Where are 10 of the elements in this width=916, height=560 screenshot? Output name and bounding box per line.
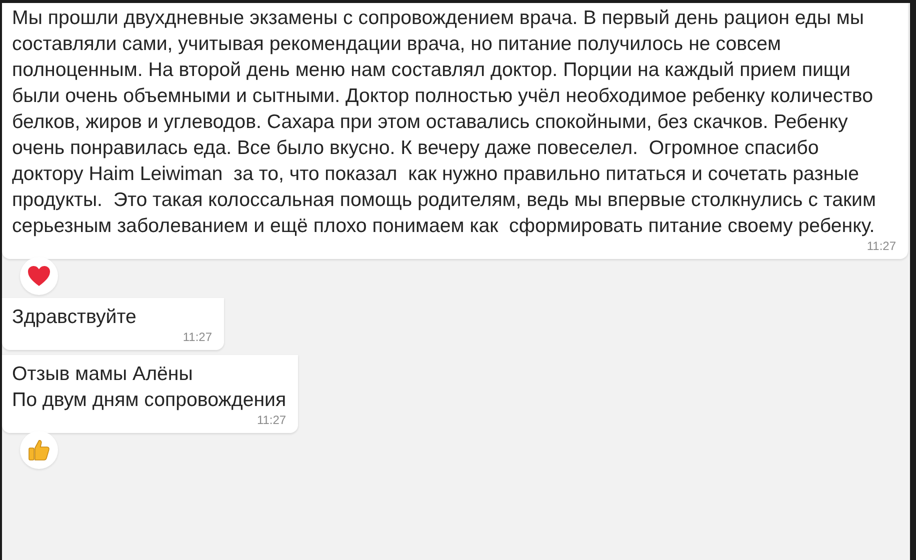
- reaction-button[interactable]: [20, 257, 58, 295]
- thumbs-up-icon: [27, 438, 51, 462]
- message-text: Здравствуйте: [12, 305, 138, 330]
- message-time: 11:27: [182, 330, 212, 344]
- message-time: 11:27: [866, 239, 896, 253]
- message-text: Отзыв мамы Алёны По двум дням сопровождения: [12, 362, 286, 413]
- reaction-button[interactable]: [20, 431, 58, 469]
- message-text: Мы прошли двухдневные экзамены с сопровождением врача. В первый день рацион еды мы составляли сами, учитывая рекомендации врача, но питание получилось не совсем полноценным. На второй день меню нам составлял доктор. Порции на каждый прием пищи были очень объемными и сытными. Доктор полностью учёл необходимое ребенку количество белков, жиров и углеводов. Сахара при этом оставались спокойными, без скачков. Ребенку очень понравилась еда. Все было вкусно. К вечеру даже повеселел. Огромное спасибо доктору Haim Leiwiman за то, что показал как нужно правильно питаться и сочетать разные продукты. Это такая колоссальная помощь родителям, ведь мы впервые столкнулись с таким серьезным заболеванием и ещё плохо понимаем как сформировать питание своему ребенку.: [12, 6, 877, 239]
- heart-icon: [27, 265, 51, 287]
- message-time: 11:27: [256, 413, 286, 427]
